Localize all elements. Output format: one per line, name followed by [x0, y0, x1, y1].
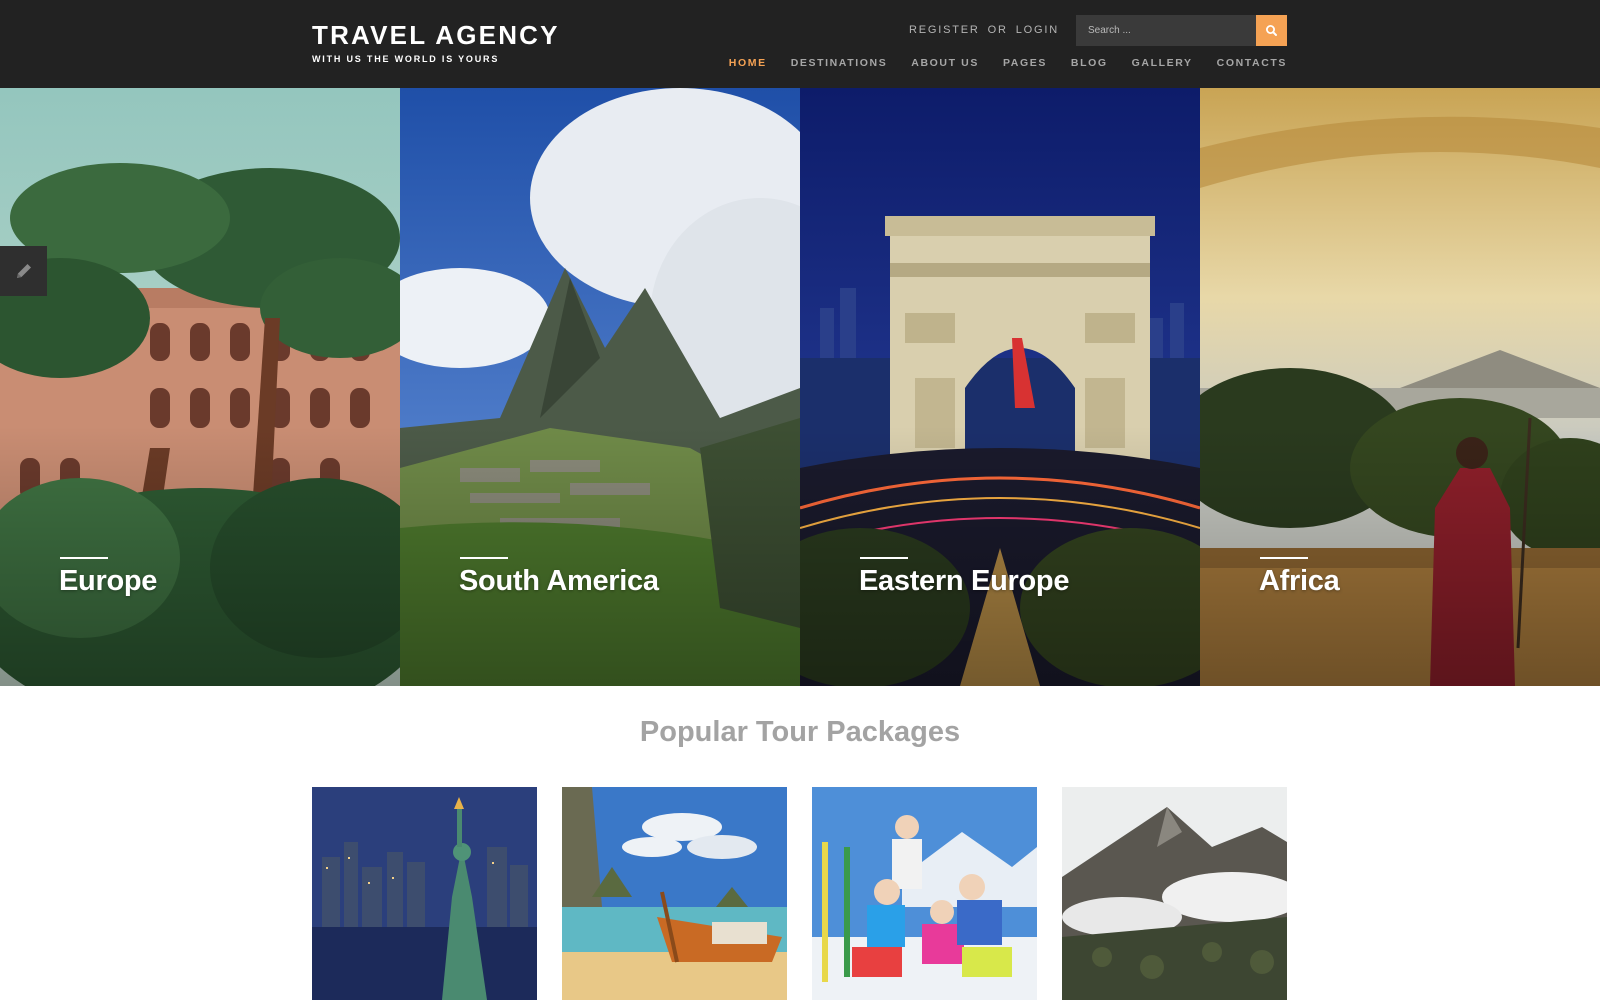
destination-panel-eastern-europe[interactable]: Eastern Europe: [800, 88, 1200, 686]
destination-label-europe[interactable]: Europe: [59, 565, 157, 598]
destination-panel-south-america[interactable]: South America: [400, 88, 800, 686]
tour-card[interactable]: [812, 787, 1037, 1000]
nav-item-pages[interactable]: PAGES: [1003, 57, 1047, 69]
panel-shade: [400, 426, 800, 686]
nav-item-home[interactable]: HOME: [729, 57, 767, 69]
destination-rule: [60, 557, 108, 559]
site-title[interactable]: TRAVEL AGENCY: [312, 20, 560, 50]
nav-item-gallery[interactable]: GALLERY: [1132, 57, 1193, 69]
site-logo[interactable]: TRAVEL AGENCY WITH US THE WORLD IS YOURS: [312, 20, 560, 64]
main-nav: HOME DESTINATIONS ABOUT US PAGES BLOG GA…: [705, 57, 1287, 69]
tour-card[interactable]: [1062, 787, 1287, 1000]
edit-tab[interactable]: [0, 246, 47, 296]
tour-image-beach: [562, 787, 787, 1000]
tour-packages: [312, 787, 1287, 1000]
tour-image-new-york: [312, 787, 537, 1000]
search-input[interactable]: [1076, 15, 1256, 46]
panel-shade: [1200, 426, 1600, 686]
login-link[interactable]: LOGIN: [1016, 24, 1059, 36]
tour-image-skiing: [812, 787, 1037, 1000]
search-form: [1076, 15, 1287, 46]
tour-card[interactable]: [562, 787, 787, 1000]
auth-separator: OR: [987, 24, 1008, 36]
destination-panel-africa[interactable]: Africa: [1200, 88, 1600, 686]
site-header: TRAVEL AGENCY WITH US THE WORLD IS YOURS…: [0, 0, 1600, 88]
destination-rule: [460, 557, 508, 559]
tour-image-mountains: [1062, 787, 1287, 1000]
destination-rule: [1260, 557, 1308, 559]
destination-label-south-america[interactable]: South America: [459, 565, 659, 598]
section-title: Popular Tour Packages: [639, 716, 961, 748]
destination-rule: [860, 557, 908, 559]
nav-item-contacts[interactable]: CONTACTS: [1217, 57, 1287, 69]
search-button[interactable]: [1256, 15, 1287, 46]
destination-label-eastern-europe[interactable]: Eastern Europe: [859, 565, 1069, 598]
nav-item-blog[interactable]: BLOG: [1071, 57, 1108, 69]
auth-links: REGISTER OR LOGIN: [909, 24, 1059, 36]
tour-card[interactable]: [312, 787, 537, 1000]
destination-label-africa[interactable]: Africa: [1259, 565, 1340, 598]
panel-shade: [800, 426, 1200, 686]
nav-item-about-us[interactable]: ABOUT US: [911, 57, 979, 69]
nav-item-destinations[interactable]: DESTINATIONS: [791, 57, 888, 69]
destinations-hero: Europe South America Eastern Europe Afri…: [0, 88, 1600, 686]
search-icon: [1256, 15, 1287, 46]
pencil-icon: [16, 264, 31, 278]
site-tagline: WITH US THE WORLD IS YOURS: [312, 54, 500, 64]
register-link[interactable]: REGISTER: [909, 24, 980, 36]
panel-shade: [0, 426, 400, 686]
destination-panel-europe[interactable]: Europe: [0, 88, 400, 686]
